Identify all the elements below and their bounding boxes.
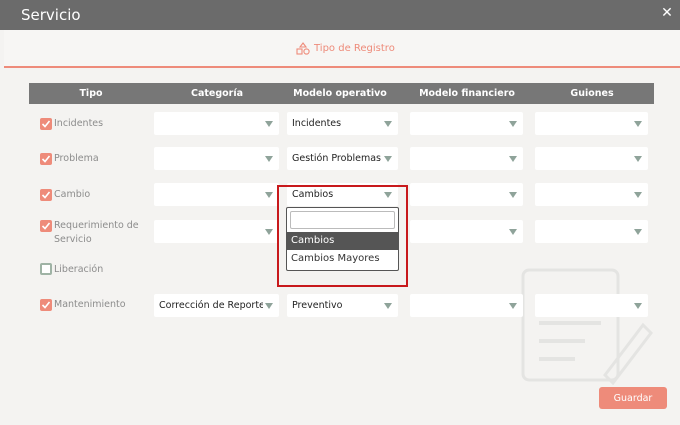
chevron-down-icon bbox=[384, 121, 392, 127]
table-header: Tipo Categoría Modelo operativo Modelo f… bbox=[29, 83, 654, 104]
categoria-select[interactable]: Corrección de Reporte bbox=[154, 294, 279, 317]
header-categoria: Categoría bbox=[190, 88, 244, 99]
chevron-down-icon bbox=[634, 156, 642, 162]
chevron-down-icon bbox=[265, 192, 273, 198]
modelo-financiero-select[interactable] bbox=[410, 112, 523, 135]
window-title: Servicio bbox=[21, 6, 81, 24]
categoria-select[interactable] bbox=[154, 183, 279, 206]
chevron-down-icon bbox=[384, 156, 392, 162]
chevron-down-icon bbox=[265, 121, 273, 127]
categoria-select[interactable] bbox=[154, 112, 279, 135]
chevron-down-icon bbox=[265, 229, 273, 235]
tab-tipo-de-registro[interactable]: Tipo de Registro bbox=[296, 42, 395, 55]
header-modelo-financiero: Modelo financiero bbox=[419, 88, 515, 99]
modelo-financiero-select[interactable] bbox=[410, 147, 523, 170]
checkbox-incidentes[interactable] bbox=[40, 118, 52, 130]
document-watermark-icon bbox=[521, 268, 653, 385]
header-tipo: Tipo bbox=[79, 88, 103, 99]
chevron-down-icon bbox=[384, 303, 392, 309]
checkbox-requerimiento-de-servicio[interactable] bbox=[40, 220, 52, 232]
guiones-select[interactable] bbox=[535, 294, 648, 317]
chevron-down-icon bbox=[509, 303, 517, 309]
close-icon[interactable]: ✕ bbox=[659, 5, 675, 21]
chevron-down-icon bbox=[634, 121, 642, 127]
chevron-down-icon bbox=[509, 156, 517, 162]
chevron-down-icon bbox=[509, 192, 517, 198]
checkbox-mantenimiento[interactable] bbox=[40, 299, 52, 311]
guiones-select[interactable] bbox=[535, 220, 648, 243]
tab-label: Tipo de Registro bbox=[314, 43, 395, 54]
categoria-select[interactable] bbox=[154, 147, 279, 170]
header-guiones: Guiones bbox=[570, 88, 614, 99]
modelo-financiero-select[interactable] bbox=[410, 294, 523, 317]
dropdown-search-input[interactable] bbox=[290, 211, 395, 229]
row-label: Requerimiento de Servicio bbox=[54, 219, 139, 247]
chevron-down-icon bbox=[634, 192, 642, 198]
row-label-line2: Servicio bbox=[54, 234, 92, 245]
row-label: Problema bbox=[54, 153, 99, 164]
save-button[interactable]: Guardar bbox=[599, 387, 667, 409]
categoria-select[interactable] bbox=[154, 220, 279, 243]
chevron-down-icon bbox=[509, 229, 517, 235]
guiones-select[interactable] bbox=[535, 183, 648, 206]
tab-bar: Tipo de Registro bbox=[4, 30, 680, 68]
row-label: Mantenimiento bbox=[54, 299, 126, 310]
dropdown-option-cambios[interactable]: Cambios bbox=[287, 232, 398, 250]
row-label: Incidentes bbox=[54, 118, 104, 129]
guiones-select[interactable] bbox=[535, 112, 648, 135]
dropdown-option-cambios-mayores[interactable]: Cambios Mayores bbox=[287, 250, 398, 268]
modelo-financiero-select[interactable] bbox=[410, 183, 523, 206]
modelo-operativo-select[interactable]: Preventivo bbox=[287, 294, 398, 317]
guiones-select[interactable] bbox=[535, 147, 648, 170]
chevron-down-icon bbox=[634, 303, 642, 309]
row-label-line1: Requerimiento de bbox=[54, 220, 139, 231]
row-label: Cambio bbox=[54, 189, 91, 200]
modelo-operativo-select[interactable]: Gestión Problemas bbox=[287, 147, 398, 170]
chevron-down-icon bbox=[265, 156, 273, 162]
checkbox-problema[interactable] bbox=[40, 153, 52, 165]
modelo-financiero-select[interactable] bbox=[410, 220, 523, 243]
chevron-down-icon bbox=[634, 229, 642, 235]
header-modelo-operativo: Modelo operativo bbox=[293, 88, 387, 99]
checkbox-cambio[interactable] bbox=[40, 189, 52, 201]
modelo-operativo-dropdown: Cambios Cambios Mayores bbox=[286, 207, 399, 271]
shapes-icon bbox=[296, 42, 310, 55]
row-label: Liberación bbox=[54, 264, 104, 275]
checkbox-liberacion[interactable] bbox=[40, 263, 52, 275]
chevron-down-icon bbox=[265, 303, 273, 309]
modelo-operativo-select[interactable]: Incidentes bbox=[287, 112, 398, 135]
window-titlebar: Servicio ✕ bbox=[0, 0, 680, 30]
chevron-down-icon bbox=[509, 121, 517, 127]
